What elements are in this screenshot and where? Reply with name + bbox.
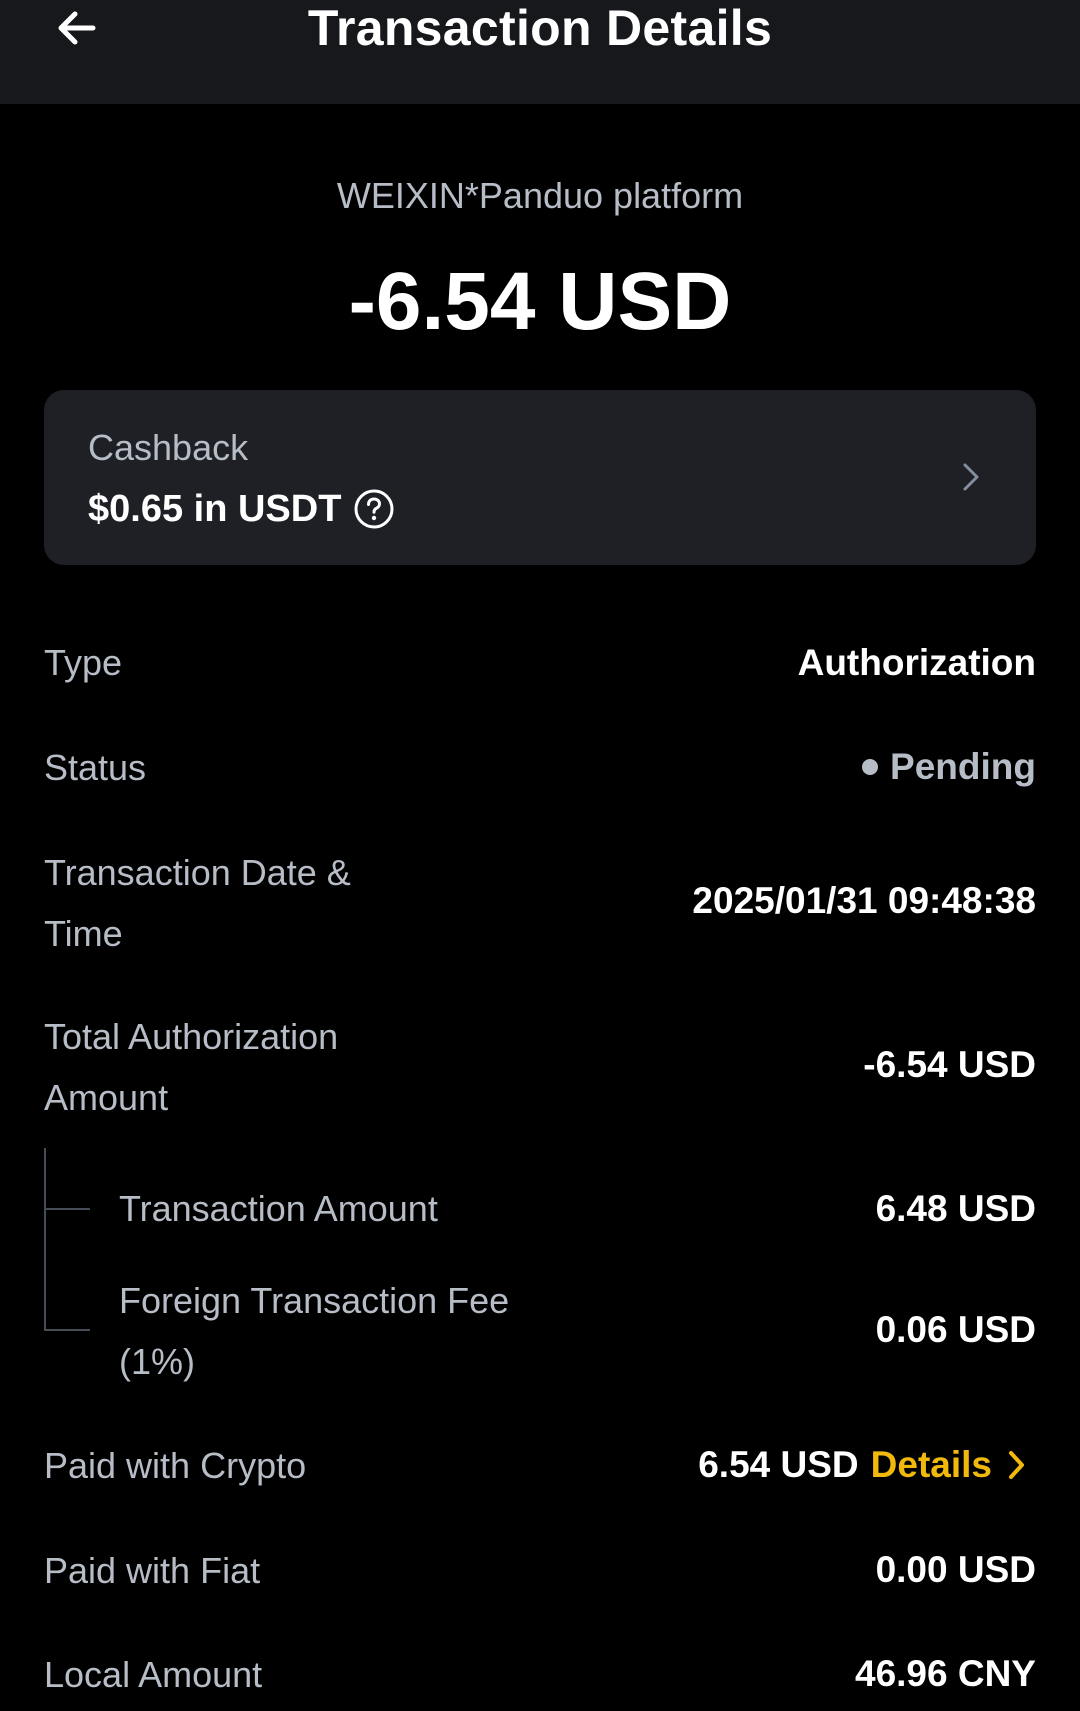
transaction-amount-label: Transaction Amount	[119, 1188, 438, 1229]
question-circle-icon[interactable]	[353, 488, 395, 530]
date-label-line-2: Time	[44, 913, 123, 954]
local-amount-value: 46.96 CNY	[855, 1653, 1036, 1694]
date-label: Transaction Date &	[44, 852, 351, 893]
status-label: Status	[44, 747, 147, 788]
type-label: Type	[44, 642, 123, 683]
paid-crypto-label: Paid with Crypto	[44, 1445, 307, 1486]
paid-fiat-value: 0.00 USD	[875, 1549, 1036, 1590]
foreign-fee-value: 0.06 USD	[875, 1309, 1036, 1350]
chevron-right-icon[interactable]	[1006, 1447, 1028, 1483]
paid-crypto-value: 6.54 USD	[698, 1444, 859, 1485]
cashback-label: Cashback	[88, 427, 249, 468]
foreign-fee-label-line-2: (1%)	[119, 1341, 196, 1382]
total-authorization-label: Total Authorization	[44, 1016, 339, 1057]
chevron-right-icon	[963, 463, 979, 491]
transaction-amount-value: 6.48 USD	[875, 1188, 1036, 1229]
cashback-value: $0.65 in USDT	[88, 488, 342, 530]
transaction-amount: -6.54 USD	[348, 256, 732, 347]
tree-vertical-line	[44, 1148, 46, 1331]
status-badge: Pending	[862, 742, 1036, 792]
merchant-name: WEIXIN*Panduo platform	[336, 175, 744, 216]
crypto-details-link[interactable]: Details	[871, 1440, 992, 1490]
cashback-value-row: $0.65 in USDT	[88, 484, 395, 534]
date-value: 2025/01/31 09:48:38	[692, 880, 1036, 921]
total-authorization-value: -6.54 USD	[863, 1044, 1036, 1085]
foreign-fee-label: Foreign Transaction Fee	[119, 1280, 510, 1321]
cashback-card[interactable]: Cashback $0.65 in USDT	[44, 390, 1036, 565]
total-authorization-label-line-2: Amount	[44, 1077, 169, 1118]
local-amount-label: Local Amount	[44, 1654, 263, 1695]
type-value: Authorization	[797, 642, 1036, 683]
paid-crypto-value-group: 6.54 USD Details	[698, 1440, 1028, 1490]
status-value: Pending	[890, 746, 1036, 787]
tree-branch-line	[44, 1329, 90, 1331]
tree-branch-line	[44, 1208, 90, 1210]
top-bar: Transaction Details	[0, 0, 1080, 104]
page-title: Transaction Details	[307, 0, 773, 56]
paid-fiat-label: Paid with Fiat	[44, 1550, 261, 1591]
status-dot-icon	[862, 759, 879, 775]
